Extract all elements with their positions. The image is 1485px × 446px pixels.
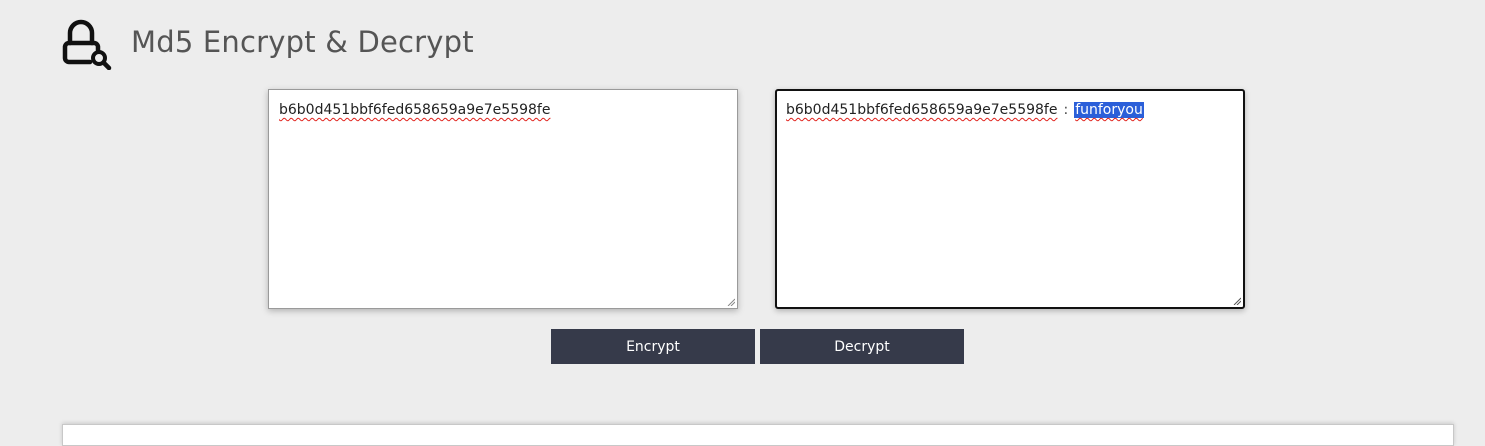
page-title: Md5 Encrypt & Decrypt [131, 25, 474, 59]
encrypt-button[interactable]: Encrypt [551, 329, 755, 364]
output-textarea[interactable]: b6b0d451bbf6fed658659a9e7e5598fe: funfory… [775, 89, 1245, 309]
input-textarea[interactable]: b6b0d451bbf6fed658659a9e7e5598fe [268, 89, 738, 309]
input-text: b6b0d451bbf6fed658659a9e7e5598fe [279, 102, 551, 118]
lock-search-icon [62, 19, 112, 70]
page-header: Md5 Encrypt & Decrypt [61, 18, 474, 70]
bottom-panel [62, 424, 1454, 446]
output-result-text: funforyou [1074, 102, 1144, 118]
resize-grip-icon[interactable] [1233, 297, 1241, 305]
output-separator: : [1063, 102, 1069, 118]
resize-grip-icon[interactable] [727, 298, 735, 306]
decrypt-button[interactable]: Decrypt [760, 329, 964, 364]
output-hash-text: b6b0d451bbf6fed658659a9e7e5598fe [786, 102, 1058, 118]
